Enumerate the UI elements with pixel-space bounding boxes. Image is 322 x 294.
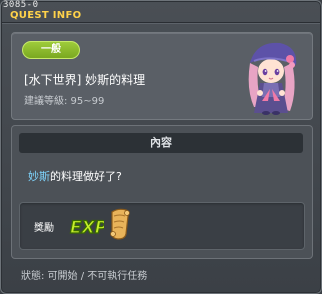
- title-divider: [2, 22, 320, 24]
- quest-recommended-level: 建議等級: 95~99: [24, 96, 105, 107]
- quest-type-badge: 一般: [22, 41, 80, 59]
- scroll-icon[interactable]: [106, 206, 134, 242]
- quest-info-window: 3085-0 QUEST INFO 一般 [水下世界] 妙斯的料理 建議等級: …: [0, 0, 322, 294]
- quest-code: 3085-0: [3, 0, 39, 10]
- reward-box: 獎勵 EXP: [19, 202, 305, 250]
- quest-description-text: 的料理做好了?: [50, 170, 122, 183]
- npc-name-link[interactable]: 妙斯: [28, 170, 50, 183]
- reward-label: 獎勵: [34, 223, 54, 234]
- quest-content-panel: 內容 妙斯的料理做好了? 獎勵 EXP: [11, 125, 313, 259]
- window-title: QUEST INFO: [10, 10, 82, 21]
- svg-text:EXP: EXP: [70, 218, 104, 238]
- content-header: 內容: [19, 133, 303, 153]
- quest-header-panel: 一般 [水下世界] 妙斯的料理 建議等級: 95~99: [11, 32, 313, 120]
- quest-description: 妙斯的料理做好了?: [28, 168, 122, 184]
- exp-icon[interactable]: EXP: [68, 211, 104, 239]
- npc-portrait-icon: [248, 42, 297, 115]
- quest-status: 狀態: 可開始 / 不可執行任務: [21, 271, 148, 282]
- quest-name: [水下世界] 妙斯的料理: [24, 73, 146, 87]
